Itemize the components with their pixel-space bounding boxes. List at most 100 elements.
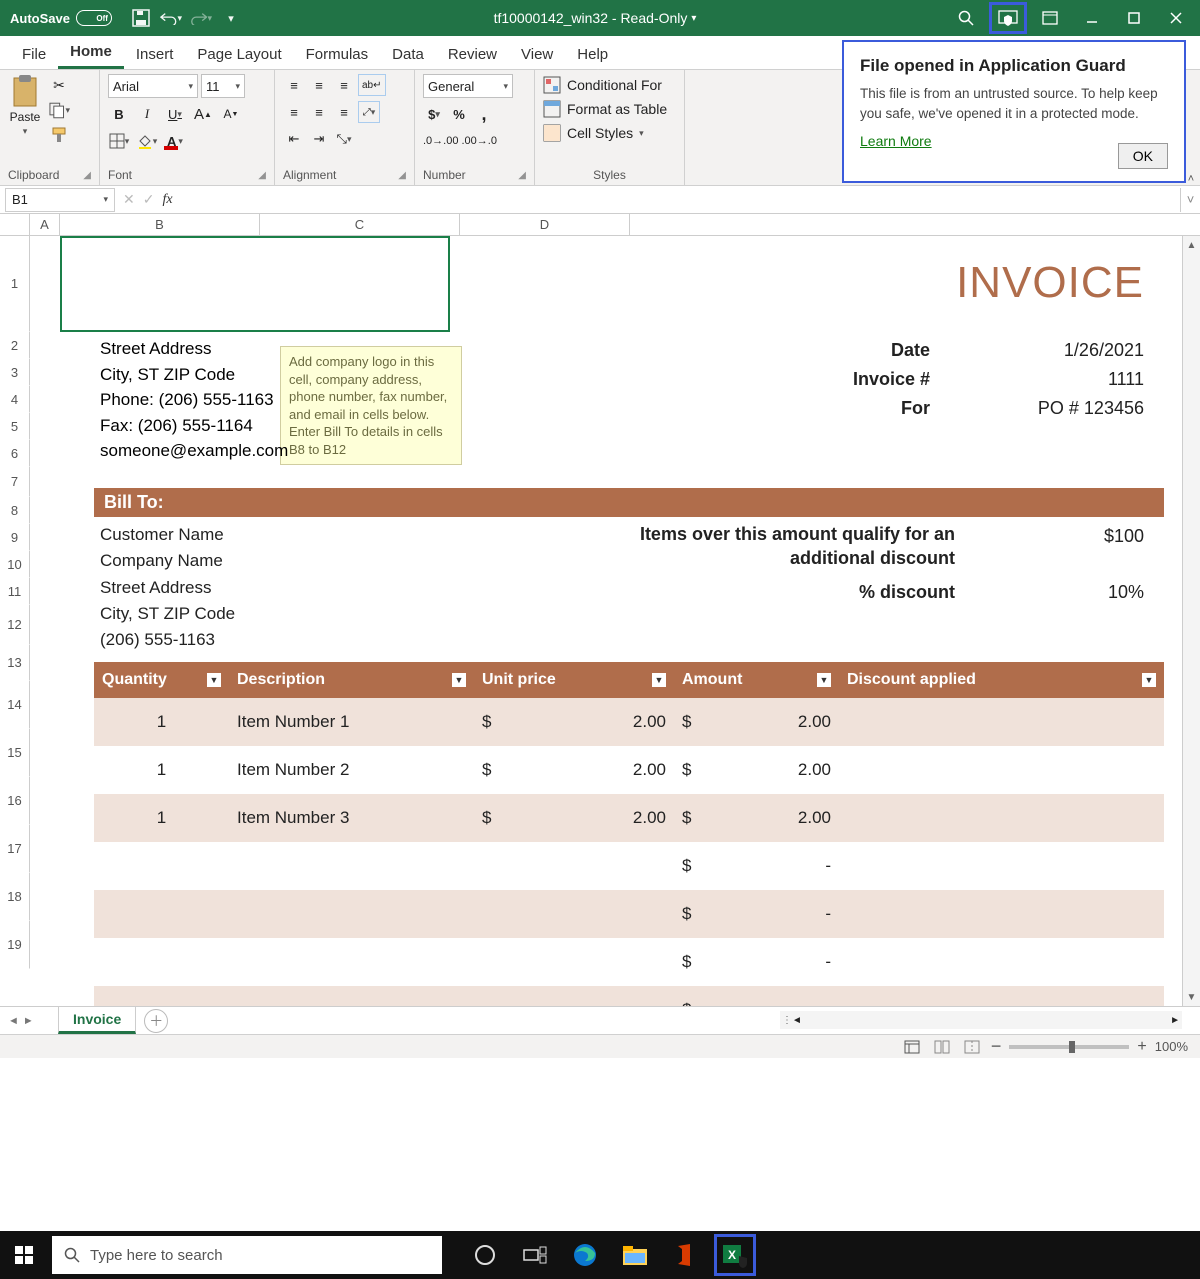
fill-color-icon[interactable]: ▾ — [136, 130, 158, 152]
tab-view[interactable]: View — [509, 40, 565, 69]
tab-home[interactable]: Home — [58, 37, 124, 69]
filter-dropdown-icon[interactable]: ▼ — [452, 673, 466, 687]
minimize-icon[interactable] — [1074, 3, 1110, 33]
row-header[interactable]: 18 — [0, 873, 30, 921]
increase-decimal-icon[interactable]: .0→.00 — [423, 130, 458, 152]
zoom-in-icon[interactable]: + — [1137, 1038, 1146, 1056]
clipboard-dialog-launcher-icon[interactable]: ◢ — [83, 170, 91, 181]
comma-format-icon[interactable]: , — [473, 103, 495, 125]
font-name-combo[interactable]: Arial▾ — [108, 74, 198, 98]
row-header[interactable]: 19 — [0, 921, 30, 969]
formula-cancel-icon[interactable]: ✕ — [123, 191, 135, 208]
conditional-formatting-button[interactable]: Conditional For — [543, 76, 667, 94]
filter-dropdown-icon[interactable]: ▼ — [817, 673, 831, 687]
number-format-combo[interactable]: General▾ — [423, 74, 513, 98]
office-icon[interactable] — [666, 1236, 704, 1274]
grow-font-icon[interactable]: A▲ — [192, 103, 214, 125]
italic-button[interactable]: I — [136, 103, 158, 125]
align-top-icon[interactable]: ≡ — [283, 74, 305, 96]
column-header-c[interactable]: C — [260, 214, 460, 235]
normal-view-icon[interactable] — [901, 1038, 923, 1056]
row-header[interactable]: 2 — [0, 332, 30, 359]
decrease-indent-icon[interactable]: ⇤ — [283, 128, 305, 150]
close-icon[interactable] — [1158, 3, 1194, 33]
row-header[interactable]: 3 — [0, 359, 30, 386]
formula-input[interactable] — [173, 188, 1180, 212]
redo-icon[interactable]: ▾ — [190, 7, 212, 29]
qat-customize-icon[interactable]: ▾ — [220, 7, 242, 29]
tab-data[interactable]: Data — [380, 40, 436, 69]
scroll-left-icon[interactable]: ◄ — [792, 1015, 802, 1026]
save-icon[interactable] — [130, 7, 152, 29]
font-dialog-launcher-icon[interactable]: ◢ — [258, 170, 266, 181]
expand-formula-icon[interactable]: ˅ — [1180, 188, 1200, 212]
appguard-ok-button[interactable]: OK — [1118, 143, 1168, 169]
cell-styles-button[interactable]: Cell Styles▾ — [543, 124, 667, 142]
column-header-a[interactable]: A — [30, 214, 60, 235]
font-size-combo[interactable]: 11▾ — [201, 74, 245, 98]
row-header[interactable]: 10 — [0, 551, 30, 578]
appguard-learn-more-link[interactable]: Learn More — [860, 133, 932, 149]
wrap-text-icon[interactable]: ab↵ — [358, 74, 386, 96]
filter-dropdown-icon[interactable]: ▼ — [1142, 673, 1156, 687]
sheet-tab-invoice[interactable]: Invoice — [58, 1007, 136, 1034]
row-header[interactable]: 17 — [0, 825, 30, 873]
row-header[interactable]: 11 — [0, 578, 30, 605]
column-header-d[interactable]: D — [460, 214, 630, 235]
horizontal-scrollbar[interactable]: ⋮ ◄ ► — [780, 1011, 1182, 1029]
excel-guard-icon[interactable]: X — [716, 1236, 754, 1274]
tab-help[interactable]: Help — [565, 40, 620, 69]
row-header[interactable]: 9 — [0, 524, 30, 551]
row-header[interactable]: 6 — [0, 440, 30, 467]
col-unit-price[interactable]: Unit price▼ — [474, 671, 674, 689]
bold-button[interactable]: B — [108, 103, 130, 125]
page-break-view-icon[interactable] — [961, 1038, 983, 1056]
row-header[interactable]: 12 — [0, 605, 30, 645]
col-description[interactable]: Description▼ — [229, 671, 474, 689]
table-row[interactable]: 1Item Number 2$2.00$2.00 — [94, 746, 1164, 794]
scroll-right-icon[interactable]: ► — [1170, 1015, 1180, 1026]
table-row[interactable]: $- — [94, 890, 1164, 938]
align-bottom-icon[interactable]: ≡ — [333, 74, 355, 96]
taskbar-search[interactable]: Type here to search — [52, 1236, 442, 1274]
cortana-icon[interactable] — [466, 1236, 504, 1274]
format-painter-icon[interactable] — [48, 124, 70, 146]
edge-icon[interactable] — [566, 1236, 604, 1274]
undo-icon[interactable]: ▾ — [160, 7, 182, 29]
align-right-icon[interactable]: ≡ — [333, 101, 355, 123]
sheet-nav-next-icon[interactable]: ► — [23, 1015, 34, 1027]
fx-icon[interactable]: fx — [162, 192, 172, 208]
zoom-level[interactable]: 100% — [1155, 1039, 1188, 1054]
row-header[interactable]: 14 — [0, 681, 30, 729]
merge-center-icon[interactable]: ⤢▾ — [358, 101, 380, 123]
zoom-slider[interactable] — [1009, 1045, 1129, 1049]
increase-indent-icon[interactable]: ⇥ — [308, 128, 330, 150]
tab-file[interactable]: File — [10, 40, 58, 69]
font-color-icon[interactable]: A▾ — [164, 130, 186, 152]
tab-page-layout[interactable]: Page Layout — [185, 40, 293, 69]
table-row[interactable]: $- — [94, 938, 1164, 986]
file-explorer-icon[interactable] — [616, 1236, 654, 1274]
column-header-b[interactable]: B — [60, 214, 260, 235]
maximize-icon[interactable] — [1116, 3, 1152, 33]
underline-button[interactable]: U▾ — [164, 103, 186, 125]
row-header[interactable]: 16 — [0, 777, 30, 825]
table-row[interactable]: $- — [94, 986, 1164, 1006]
scroll-down-icon[interactable]: ▼ — [1183, 988, 1200, 1006]
shrink-font-icon[interactable]: A▼ — [220, 103, 242, 125]
scroll-up-icon[interactable]: ▲ — [1183, 236, 1200, 254]
paste-button[interactable]: Paste ▾ — [8, 74, 42, 165]
table-row[interactable]: $- — [94, 842, 1164, 890]
tab-insert[interactable]: Insert — [124, 40, 186, 69]
ribbon-display-icon[interactable] — [1032, 3, 1068, 33]
accounting-format-icon[interactable]: $▾ — [423, 103, 445, 125]
tab-review[interactable]: Review — [436, 40, 509, 69]
vertical-scrollbar[interactable]: ▲ ▼ — [1182, 236, 1200, 1006]
autosave-switch[interactable]: Off — [76, 10, 112, 26]
borders-icon[interactable]: ▾ — [108, 130, 130, 152]
autosave-toggle[interactable]: AutoSave Off — [10, 10, 112, 26]
sheet-nav-prev-icon[interactable]: ◄ — [8, 1015, 19, 1027]
align-left-icon[interactable]: ≡ — [283, 101, 305, 123]
alignment-dialog-launcher-icon[interactable]: ◢ — [398, 170, 406, 181]
orientation-icon[interactable]: ⤡▾ — [333, 128, 355, 150]
